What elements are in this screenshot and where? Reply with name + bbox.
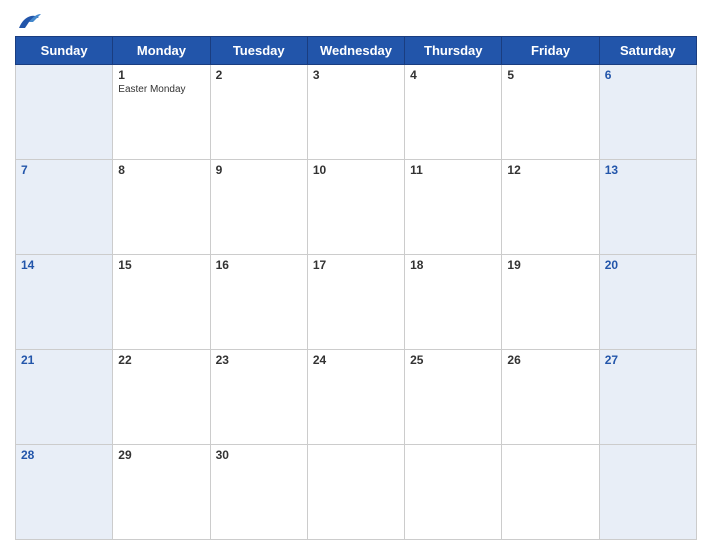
date-number: 15 <box>118 258 204 272</box>
date-number: 2 <box>216 68 302 82</box>
calendar-cell <box>599 445 696 540</box>
calendar-week-5: 28 29 30 <box>16 445 697 540</box>
calendar-cell: 13 <box>599 160 696 255</box>
day-header-wednesday: Wednesday <box>307 37 404 65</box>
calendar-cell: 30 <box>210 445 307 540</box>
calendar-cell: 7 <box>16 160 113 255</box>
date-number: 29 <box>118 448 204 462</box>
date-number: 5 <box>507 68 593 82</box>
holiday-label: Easter Monday <box>118 84 204 95</box>
logo-bird-icon <box>15 10 43 32</box>
calendar-body: 1Easter Monday23456789101112131415161718… <box>16 65 697 540</box>
date-number: 12 <box>507 163 593 177</box>
calendar-cell: 1 Easter Monday <box>113 65 210 160</box>
calendar-cell <box>502 445 599 540</box>
date-number: 20 <box>605 258 691 272</box>
calendar-week-1: 1 Easter Monday 23456 <box>16 65 697 160</box>
date-number: 27 <box>605 353 691 367</box>
date-number: 28 <box>21 448 107 462</box>
calendar-cell: 21 <box>16 350 113 445</box>
calendar-cell <box>405 445 502 540</box>
day-header-monday: Monday <box>113 37 210 65</box>
calendar-cell: 23 <box>210 350 307 445</box>
calendar-cell: 4 <box>405 65 502 160</box>
calendar-week-2: 789 10 11 12 13 <box>16 160 697 255</box>
calendar-cell <box>307 445 404 540</box>
calendar-cell: 27 <box>599 350 696 445</box>
date-number: 1 <box>118 68 204 82</box>
date-number: 21 <box>21 353 107 367</box>
calendar-cell: 9 <box>210 160 307 255</box>
calendar-cell: 24 <box>307 350 404 445</box>
date-number: 26 <box>507 353 593 367</box>
date-number: 25 <box>410 353 496 367</box>
calendar-cell: 11 <box>405 160 502 255</box>
calendar-cell: 20 <box>599 255 696 350</box>
date-number: 7 <box>21 163 107 177</box>
calendar-cell: 19 <box>502 255 599 350</box>
day-header-sunday: Sunday <box>16 37 113 65</box>
date-number: 10 <box>313 163 399 177</box>
date-number: 16 <box>216 258 302 272</box>
calendar-cell: 26 <box>502 350 599 445</box>
calendar-cell: 28 <box>16 445 113 540</box>
date-number: 24 <box>313 353 399 367</box>
calendar-cell: 22 <box>113 350 210 445</box>
calendar-header-row: SundayMondayTuesdayWednesdayThursdayFrid… <box>16 37 697 65</box>
calendar-cell: 2 <box>210 65 307 160</box>
date-number: 23 <box>216 353 302 367</box>
date-number: 18 <box>410 258 496 272</box>
calendar-cell: 15 <box>113 255 210 350</box>
calendar-cell: 29 <box>113 445 210 540</box>
calendar-cell: 5 <box>502 65 599 160</box>
date-number: 9 <box>216 163 302 177</box>
day-header-saturday: Saturday <box>599 37 696 65</box>
calendar-cell: 12 <box>502 160 599 255</box>
date-number: 6 <box>605 68 691 82</box>
calendar-cell: 17 <box>307 255 404 350</box>
day-header-tuesday: Tuesday <box>210 37 307 65</box>
date-number: 22 <box>118 353 204 367</box>
date-number: 4 <box>410 68 496 82</box>
calendar-cell: 14 <box>16 255 113 350</box>
date-number: 19 <box>507 258 593 272</box>
day-header-thursday: Thursday <box>405 37 502 65</box>
calendar-cell: 8 <box>113 160 210 255</box>
calendar-cell: 16 <box>210 255 307 350</box>
calendar-table: SundayMondayTuesdayWednesdayThursdayFrid… <box>15 36 697 540</box>
date-number: 30 <box>216 448 302 462</box>
date-number: 3 <box>313 68 399 82</box>
calendar-week-3: 14 15 16 17 18 19 20 <box>16 255 697 350</box>
calendar-cell: 25 <box>405 350 502 445</box>
calendar-cell: 18 <box>405 255 502 350</box>
date-number: 11 <box>410 163 496 177</box>
date-number: 14 <box>21 258 107 272</box>
calendar-week-4: 21 22 23 24 25 26 27 <box>16 350 697 445</box>
calendar-cell: 10 <box>307 160 404 255</box>
day-header-friday: Friday <box>502 37 599 65</box>
calendar-header <box>15 10 697 32</box>
date-number: 17 <box>313 258 399 272</box>
logo <box>15 10 47 32</box>
date-number: 8 <box>118 163 204 177</box>
calendar-cell: 6 <box>599 65 696 160</box>
calendar-cell <box>16 65 113 160</box>
calendar-cell: 3 <box>307 65 404 160</box>
date-number: 13 <box>605 163 691 177</box>
